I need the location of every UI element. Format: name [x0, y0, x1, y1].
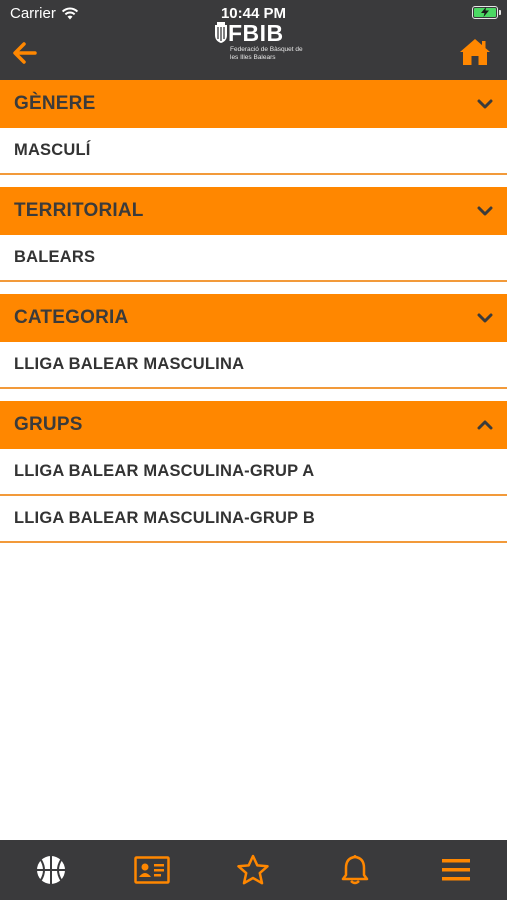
list-item-label: LLIGA BALEAR MASCULINA-GRUP A — [14, 462, 315, 480]
id-card-icon — [134, 856, 170, 884]
section-title: TERRITORIAL — [14, 200, 144, 221]
top-navigation-bar: Carrier 10:44 PM FBIB Federació de Bàsqu… — [0, 0, 507, 80]
section-title: GRUPS — [14, 414, 83, 435]
list-item-label: MASCULÍ — [14, 141, 91, 159]
section-header-grups[interactable]: GRUPS — [0, 401, 507, 449]
list-item[interactable]: LLIGA BALEAR MASCULINA-GRUP B — [0, 496, 507, 543]
section-header-genere[interactable]: GÈNERE — [0, 80, 507, 128]
filter-accordion: GÈNERE MASCULÍ TERRITORIAL BALEARS CATEG… — [0, 80, 507, 555]
bottom-tab-bar — [0, 840, 507, 900]
tab-competitions[interactable] — [26, 848, 76, 892]
fbib-logo: FBIB Federació de Bàsquet de les Illes B… — [214, 20, 303, 64]
charging-bolt-icon — [481, 7, 489, 17]
chevron-down-icon — [477, 206, 493, 216]
filter-section-territorial: TERRITORIAL BALEARS — [0, 187, 507, 282]
filter-section-categoria: CATEGORIA LLIGA BALEAR MASCULINA — [0, 294, 507, 389]
chevron-down-icon — [477, 99, 493, 109]
logo-subtitle: Federació de Bàsquet de les Illes Balear… — [230, 46, 303, 61]
list-item-label: LLIGA BALEAR MASCULINA — [14, 355, 245, 373]
section-header-territorial[interactable]: TERRITORIAL — [0, 187, 507, 235]
menu-icon — [442, 859, 471, 881]
logo-text: FBIB — [228, 20, 284, 46]
list-item[interactable]: LLIGA BALEAR MASCULINA — [0, 342, 507, 389]
filter-section-grups: GRUPS LLIGA BALEAR MASCULINA-GRUP A LLIG… — [0, 401, 507, 543]
filter-section-genere: GÈNERE MASCULÍ — [0, 80, 507, 175]
section-title: GÈNERE — [14, 93, 96, 114]
tab-menu[interactable] — [431, 848, 481, 892]
basketball-icon — [36, 856, 65, 884]
tab-notifications[interactable] — [330, 848, 380, 892]
star-icon — [237, 854, 270, 885]
back-button[interactable] — [10, 38, 40, 68]
list-item-label: LLIGA BALEAR MASCULINA-GRUP B — [14, 509, 315, 527]
list-item-label: BALEARS — [14, 248, 96, 266]
tab-license[interactable] — [127, 848, 177, 892]
bell-icon — [341, 855, 369, 885]
shield-logo-icon — [215, 22, 227, 43]
list-item[interactable]: MASCULÍ — [0, 128, 507, 175]
arrow-left-icon — [13, 42, 37, 64]
home-icon — [460, 39, 490, 65]
section-header-categoria[interactable]: CATEGORIA — [0, 294, 507, 342]
list-item[interactable]: BALEARS — [0, 235, 507, 282]
chevron-down-icon — [477, 313, 493, 323]
section-title: CATEGORIA — [14, 307, 129, 328]
list-item[interactable]: LLIGA BALEAR MASCULINA-GRUP A — [0, 449, 507, 496]
home-button[interactable] — [459, 37, 491, 67]
tab-favorites[interactable] — [228, 848, 278, 892]
battery-icon — [472, 6, 501, 19]
chevron-up-icon — [477, 420, 493, 430]
